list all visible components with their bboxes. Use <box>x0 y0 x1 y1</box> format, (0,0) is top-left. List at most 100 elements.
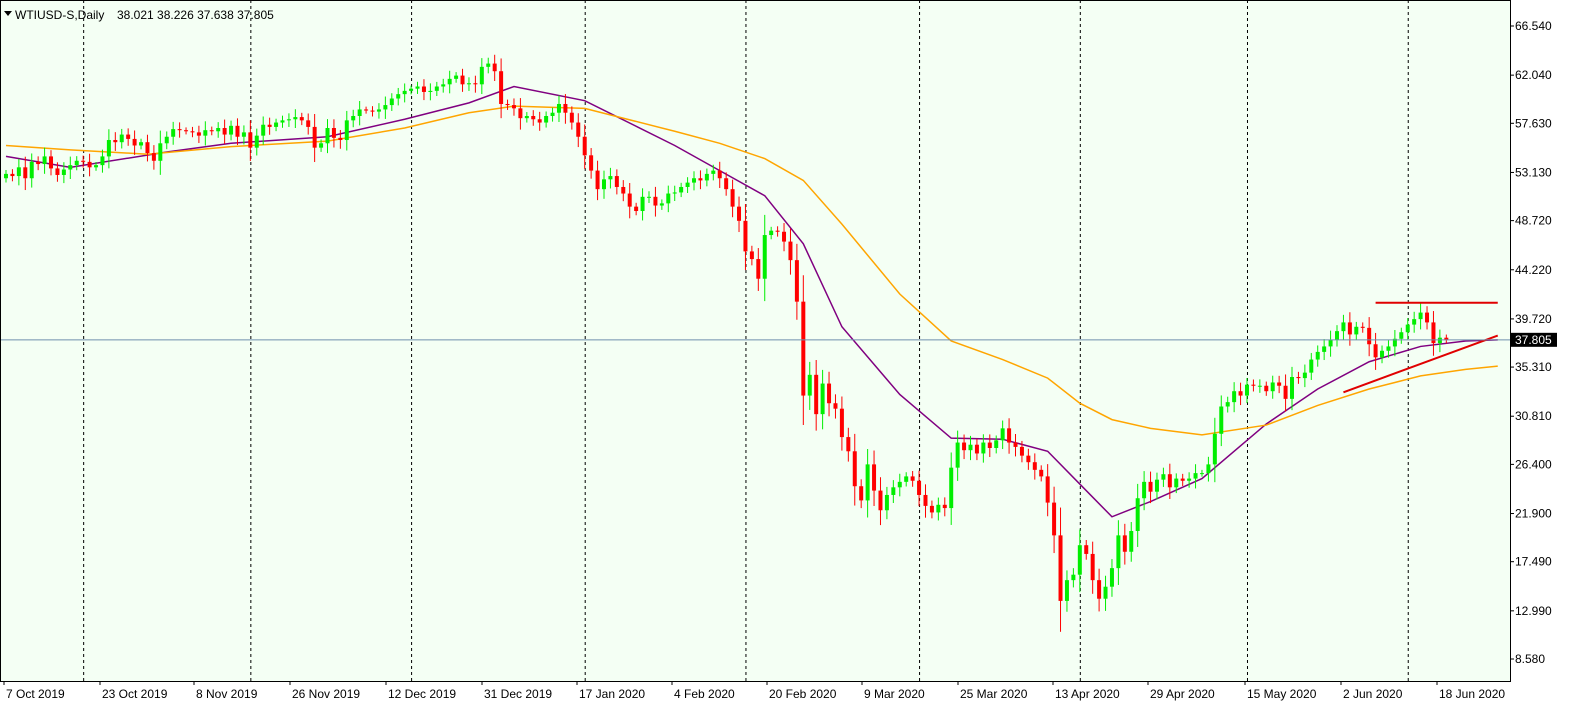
candle-body <box>36 161 41 165</box>
candle-body <box>1019 446 1024 456</box>
candle-body <box>402 90 407 95</box>
candle-body <box>1341 322 1346 332</box>
candle-body <box>119 134 124 143</box>
candle-body <box>711 170 716 174</box>
candle-body <box>859 486 864 501</box>
y-tick-label: 53.130 <box>1515 165 1552 179</box>
y-tick-label: 17.490 <box>1515 555 1552 569</box>
x-tick-label: 31 Dec 2019 <box>484 687 552 701</box>
symbol-label: WTIUSD-S,Daily <box>15 8 104 22</box>
candle-body <box>126 134 131 139</box>
candle-body <box>769 230 774 236</box>
candle-body <box>306 120 311 127</box>
candle-body <box>704 173 709 181</box>
candle-body <box>1296 377 1301 379</box>
candle-body <box>962 442 967 451</box>
candle-body <box>441 84 446 87</box>
candle-body <box>576 122 581 137</box>
candle-body <box>1309 359 1314 373</box>
candle-body <box>833 403 838 409</box>
candle-body <box>100 156 105 166</box>
candle-body <box>1007 428 1012 443</box>
candle-body <box>666 193 671 204</box>
candle-body <box>1084 545 1089 554</box>
candle-body <box>421 86 426 92</box>
candle-body <box>466 83 471 85</box>
candle-body <box>672 192 677 194</box>
candle-body <box>1032 462 1037 470</box>
candle-body <box>151 153 156 161</box>
candle-body <box>1354 326 1359 335</box>
candle-body <box>537 119 542 123</box>
candle-body <box>1405 324 1410 333</box>
candle-body <box>81 160 86 162</box>
candle-body <box>1077 545 1082 575</box>
candle-body <box>1238 391 1243 396</box>
candle-body <box>1425 312 1430 323</box>
candle-body <box>589 155 594 171</box>
chart-svg: 66.540 62.040 57.630 53.130 48.720 44.220 39.7… <box>0 0 1557 701</box>
candle-body <box>184 130 189 132</box>
candle-body <box>370 110 375 112</box>
candle-body <box>222 128 227 135</box>
candle-body <box>782 231 787 242</box>
candle-body <box>1109 568 1114 587</box>
candle-body <box>942 504 947 509</box>
candle-body <box>1412 319 1417 325</box>
candle-body <box>556 103 561 113</box>
candle-body <box>1129 531 1134 552</box>
candle-body <box>409 88 414 91</box>
candle-body <box>827 383 832 404</box>
candle-body <box>1264 385 1269 392</box>
candle-body <box>389 98 394 106</box>
candle-body <box>846 437 851 452</box>
candle-body <box>807 374 812 396</box>
candle-body <box>1380 350 1385 358</box>
candle-body <box>968 444 973 451</box>
candle-body <box>923 494 928 506</box>
candle-body <box>203 130 208 136</box>
candle-body <box>235 125 240 137</box>
candle-body <box>1418 312 1423 320</box>
candle-body <box>299 117 304 121</box>
candle-body <box>1244 384 1249 396</box>
x-tick-label: 23 Oct 2019 <box>102 687 168 701</box>
candle-body <box>621 186 626 194</box>
candle-body <box>692 178 697 183</box>
candle-body <box>788 241 793 261</box>
x-tick-label: 2 Jun 2020 <box>1343 687 1403 701</box>
x-tick-label: 20 Feb 2020 <box>769 687 837 701</box>
candle-body <box>698 178 703 181</box>
candle-body <box>1142 481 1147 499</box>
candle-body <box>1373 344 1378 358</box>
candle-body <box>1039 469 1044 477</box>
candle-body <box>891 487 896 495</box>
candle-body <box>814 374 819 415</box>
y-tick-label: 21.900 <box>1515 507 1552 521</box>
ohlc-label: 38.021 38.226 37.638 37.805 <box>117 8 274 22</box>
candle-body <box>563 103 568 113</box>
candle-body <box>1161 474 1166 480</box>
candle-body <box>177 129 182 131</box>
candle-body <box>1270 382 1275 392</box>
candle-body <box>794 260 799 302</box>
candle-body <box>29 161 34 179</box>
candle-body <box>627 193 632 207</box>
candle-body <box>68 165 73 170</box>
candle-body <box>1360 326 1365 328</box>
y-tick-label: 35.310 <box>1515 360 1552 374</box>
candle-body <box>293 117 298 120</box>
candle-body <box>23 167 28 179</box>
candle-body <box>338 137 343 141</box>
candle-body <box>61 169 66 175</box>
candle-body <box>679 186 684 193</box>
price-label: 37.805 <box>1515 333 1552 347</box>
candle-body <box>261 124 266 136</box>
candle-body <box>164 136 169 144</box>
y-tick-label: 44.220 <box>1515 263 1552 277</box>
candle-body <box>647 196 651 198</box>
candle-body <box>1045 476 1050 503</box>
candle-body <box>49 156 54 169</box>
candle-body <box>717 170 722 179</box>
candle-body <box>1013 442 1018 447</box>
